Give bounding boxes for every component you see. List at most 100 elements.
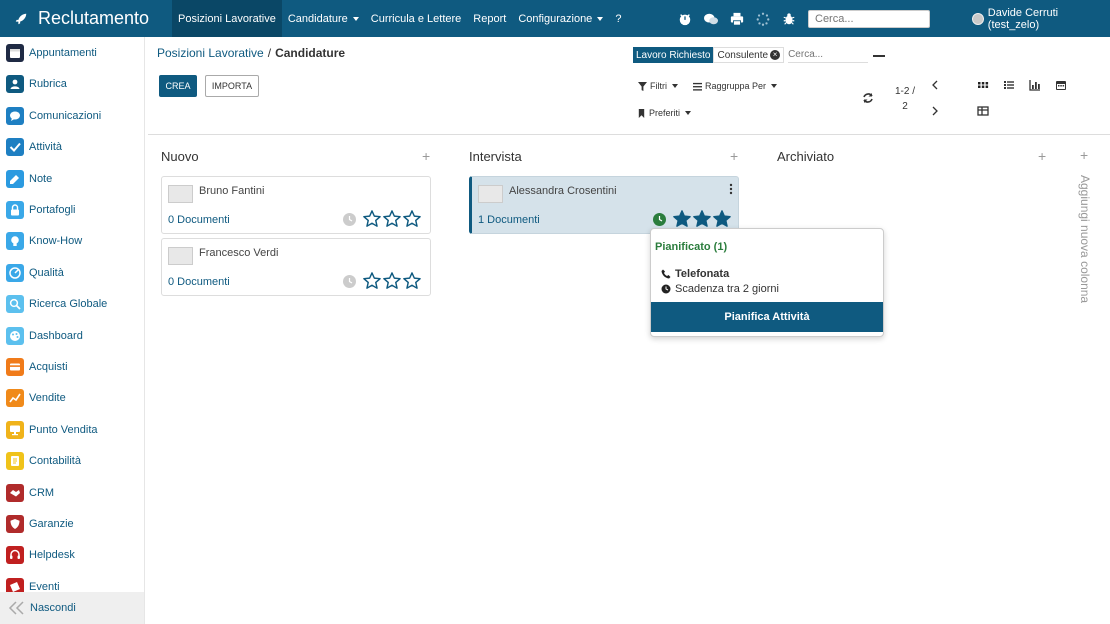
menu-help[interactable]: ? xyxy=(609,0,627,37)
chat-icon[interactable] xyxy=(702,10,720,28)
collapse-search-icon[interactable] xyxy=(873,55,885,57)
sidebar-item-contabilit[interactable]: Contabilità xyxy=(6,451,81,471)
documents-link[interactable]: 0 Documenti xyxy=(168,276,230,288)
menu-curricula[interactable]: Curricula e Lettere xyxy=(365,0,468,37)
column-quick-create-icon[interactable]: + xyxy=(730,148,738,164)
filters-button[interactable]: Filtri xyxy=(638,81,678,91)
import-button[interactable]: IMPORTA xyxy=(205,75,259,97)
list-view-icon[interactable] xyxy=(1003,79,1015,91)
sidebar-item-helpdesk[interactable]: Helpdesk xyxy=(6,545,75,565)
activity-clock-icon[interactable] xyxy=(653,213,666,226)
print-icon[interactable] xyxy=(728,10,746,28)
more-options-icon[interactable] xyxy=(729,183,733,195)
chevron-right-icon[interactable] xyxy=(930,106,940,116)
priority-star-icon[interactable] xyxy=(383,210,401,227)
priority-star-icon[interactable] xyxy=(383,272,401,289)
sidebar-item-label: Portafogli xyxy=(29,204,76,216)
calendar-view-icon[interactable] xyxy=(1055,79,1067,91)
create-button[interactable]: CREA xyxy=(159,75,197,97)
search-bar: Lavoro Richiesto Consulente × xyxy=(633,46,887,64)
handshake-icon xyxy=(6,483,24,502)
column-quick-create-icon[interactable]: + xyxy=(1038,148,1046,164)
kanban-card[interactable]: Francesco Verdi 0 Documenti xyxy=(161,238,431,296)
activity-clock-icon[interactable] xyxy=(343,275,356,288)
close-icon[interactable]: × xyxy=(770,50,781,60)
palette-icon xyxy=(6,326,24,345)
sidebar-item-appuntamenti[interactable]: Appuntamenti xyxy=(6,43,97,63)
popover-title: Pianificato (1) xyxy=(655,241,728,253)
priority-stars xyxy=(363,210,423,227)
column-title[interactable]: Archiviato xyxy=(777,149,834,164)
breadcrumb-parent[interactable]: Posizioni Lavorative xyxy=(157,46,264,60)
add-column-label[interactable]: Aggiungi nuova colonna xyxy=(1078,175,1092,303)
refresh-icon[interactable] xyxy=(862,92,874,104)
plus-icon[interactable]: + xyxy=(1080,147,1088,163)
chevron-left-icon[interactable] xyxy=(930,80,940,90)
control-panel-divider xyxy=(148,134,1110,135)
sidebar-item-vendite[interactable]: Vendite xyxy=(6,388,66,408)
facet-label: Lavoro Richiesto xyxy=(633,47,714,63)
kanban-view-icon[interactable] xyxy=(977,79,989,91)
activity-clock-icon[interactable] xyxy=(343,213,356,226)
column-title[interactable]: Nuovo xyxy=(161,149,199,164)
activity-type[interactable]: Telefonata xyxy=(661,268,729,280)
sidebar-item-ricerca-globale[interactable]: Ricerca Globale xyxy=(6,294,107,314)
sidebar-item-know-how[interactable]: Know-How xyxy=(6,231,82,251)
documents-link[interactable]: 1 Documenti xyxy=(478,214,540,226)
menu-candidature[interactable]: Candidature xyxy=(282,0,365,37)
sidebar-item-label: Acquisti xyxy=(29,361,68,373)
main-menu: Posizioni Lavorative Candidature Curricu… xyxy=(172,0,627,37)
kanban-card[interactable]: Alessandra Crosentini 1 Documenti xyxy=(469,176,739,234)
sidebar-item-garanzie[interactable]: Garanzie xyxy=(6,514,74,534)
graph-view-icon[interactable] xyxy=(1029,79,1041,91)
top-navbar: Reclutamento Posizioni Lavorative Candid… xyxy=(0,0,1110,37)
menu-configurazione[interactable]: Configurazione xyxy=(512,0,609,37)
sidebar-item-crm[interactable]: CRM xyxy=(6,483,54,503)
priority-star-icon[interactable] xyxy=(713,210,731,227)
column-quick-create-icon[interactable]: + xyxy=(422,148,430,164)
add-column[interactable]: + Aggiungi nuova colonna xyxy=(1078,147,1094,307)
documents-link[interactable]: 0 Documenti xyxy=(168,214,230,226)
sidebar-item-label: Attività xyxy=(29,141,63,154)
column-title[interactable]: Intervista xyxy=(469,149,522,164)
bug-icon[interactable] xyxy=(780,10,798,28)
sidebar-item-punto-vendita[interactable]: Punto Vendita xyxy=(6,420,98,440)
activity-deadline: Scadenza tra 2 giorni xyxy=(661,283,779,295)
schedule-activity-button[interactable]: Pianifica Attività xyxy=(651,302,883,332)
calendar-icon xyxy=(6,44,24,62)
sidebar-item-attivit[interactable]: Attività xyxy=(6,137,62,157)
favorites-button[interactable]: Preferiti xyxy=(637,108,692,118)
sidebar-hide-button[interactable]: Nascondi xyxy=(0,592,144,624)
priority-star-icon[interactable] xyxy=(693,210,711,227)
chevron-down-icon xyxy=(352,16,359,21)
menu-report[interactable]: Report xyxy=(467,0,512,37)
pivot-view-icon[interactable] xyxy=(977,105,989,117)
sidebar-item-rubrica[interactable]: Rubrica xyxy=(6,74,67,94)
sidebar-item-qualit[interactable]: Qualità xyxy=(6,263,64,283)
sidebar-item-note[interactable]: Note xyxy=(6,169,52,189)
sidebar-item-dashboard[interactable]: Dashboard xyxy=(6,326,83,346)
kanban-card[interactable]: Bruno Fantini 0 Documenti xyxy=(161,176,431,234)
global-search-input[interactable] xyxy=(808,10,930,28)
pager-value[interactable]: 1-2 /2 xyxy=(890,84,920,114)
rocket-icon xyxy=(15,13,27,24)
priority-star-icon[interactable] xyxy=(403,210,421,227)
sidebar-item-acquisti[interactable]: Acquisti xyxy=(6,357,68,377)
bars-icon xyxy=(693,82,702,91)
chevron-down-icon xyxy=(685,111,692,115)
priority-star-icon[interactable] xyxy=(403,272,421,289)
candidate-photo xyxy=(168,185,193,203)
card-icon xyxy=(6,358,24,376)
activity-icon[interactable] xyxy=(676,10,694,28)
menu-posizioni-lavorative[interactable]: Posizioni Lavorative xyxy=(172,0,282,37)
search-input[interactable] xyxy=(788,47,869,63)
chevron-down-icon xyxy=(597,16,604,21)
priority-star-icon[interactable] xyxy=(363,272,381,289)
user-menu[interactable]: Davide Cerruti (test_zelo) xyxy=(972,0,1110,37)
priority-star-icon[interactable] xyxy=(363,210,381,227)
groupby-button[interactable]: Raggruppa Per xyxy=(693,81,778,91)
sidebar-item-comunicazioni[interactable]: Comunicazioni xyxy=(6,106,101,126)
sidebar-item-portafogli[interactable]: Portafogli xyxy=(6,200,75,220)
app-brand[interactable]: Reclutamento xyxy=(0,0,172,37)
priority-star-icon[interactable] xyxy=(673,210,691,227)
